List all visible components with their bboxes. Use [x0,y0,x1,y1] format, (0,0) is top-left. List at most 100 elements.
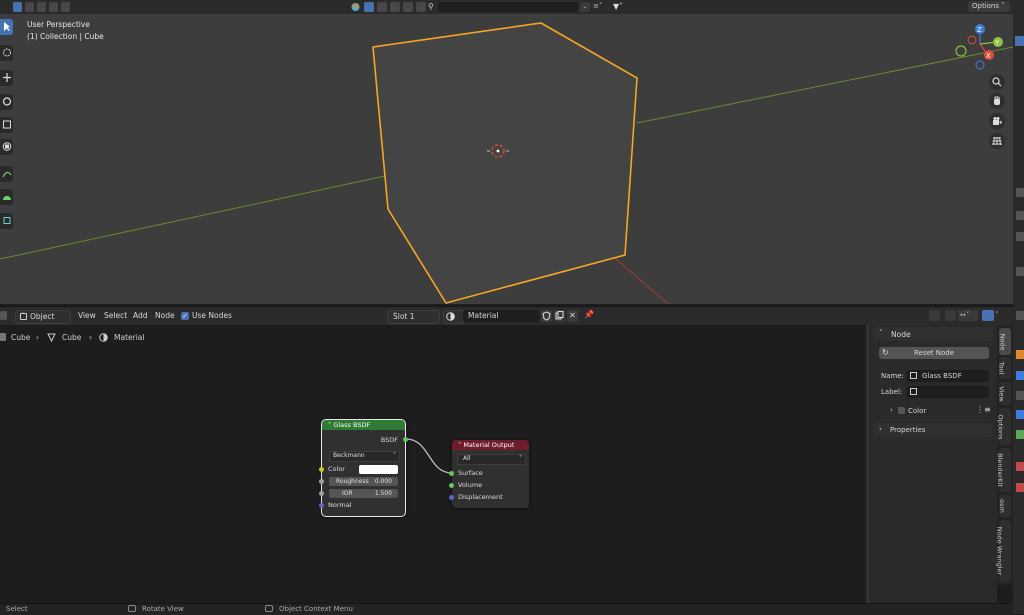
node-panel-header[interactable]: ˅ Node [873,327,993,341]
roughness-field[interactable]: Roughness 0.000 [329,477,398,486]
strip-active-tab[interactable] [1015,36,1024,46]
tab-node-wrangler[interactable]: Node Wrangler [995,520,1011,582]
displacement-input-socket[interactable] [449,495,454,500]
pan-view-button[interactable] [989,93,1005,109]
shader-type-dropdown[interactable]: Object ˅ [15,310,71,324]
pin-icon[interactable]: 📌 [584,310,595,322]
fake-user-button[interactable] [541,310,552,322]
unlink-material-button[interactable]: ✕ [567,310,578,322]
view-menu[interactable]: View [78,311,96,320]
strip-tab[interactable] [1016,188,1024,197]
strip-tab[interactable] [1016,267,1024,276]
list-bullets-icon[interactable]: ⋮≡ [976,405,991,414]
toggle-orthographic-button[interactable] [989,133,1005,149]
surface-input-socket[interactable] [449,471,454,476]
options-dropdown[interactable]: Options ˅ [968,1,1010,12]
wireframe-shading-button[interactable] [390,2,400,12]
tab-tool[interactable]: Tool [997,357,1011,379]
normal-input-socket[interactable] [319,503,324,508]
distribution-dropdown[interactable]: Beckmann ˅ [329,451,400,462]
material-preview-button[interactable] [416,2,426,12]
material-properties-icon[interactable] [1016,483,1024,492]
add-cube-tool[interactable] [0,213,13,229]
object-type-visibility-icon[interactable] [351,2,360,12]
material-name-field[interactable]: Material [463,310,540,322]
properties-panel-header[interactable]: › Properties [873,423,993,437]
material-output-node-header[interactable]: ˅ Material Output [452,440,529,450]
view-layer-properties-icon[interactable] [1016,410,1024,419]
color-swatch[interactable] [359,465,398,474]
rotate-tool[interactable] [0,94,13,110]
snapping-toggle-button[interactable] [945,310,956,321]
bsdf-output-socket[interactable] [403,437,408,442]
volume-input-socket[interactable] [449,483,454,488]
viewport-header: ⚲ ⌄ ≡˅ ▼˅ Options ˅ [0,0,1013,14]
overlays-dropdown[interactable]: ˅ [995,310,1003,321]
node-menu[interactable]: Node [155,311,175,320]
use-nodes-checkbox[interactable]: ✓ [181,312,189,320]
search-input[interactable] [438,2,578,12]
strip-tab[interactable] [1016,232,1024,241]
strip-tab[interactable] [1016,311,1024,320]
color-input-socket[interactable] [319,467,324,472]
reset-node-button[interactable]: ↻ Reset Node [879,347,989,359]
cursor-tool[interactable] [0,45,13,61]
node-editor-canvas[interactable]: Cube › Cube › Material ˅ Glass BSDF BSDF… [0,325,868,603]
show-overlays-button[interactable] [377,2,387,12]
3d-viewport[interactable]: Z Y X ⚲ ⌄ ≡˅ ▼˅ Options ˅ User Perspecti… [0,0,1013,304]
select-menu[interactable]: Select [104,311,127,320]
tab-options[interactable]: Options [996,408,1011,445]
solid-shading-button[interactable] [403,2,413,12]
transform-tool[interactable] [0,139,13,155]
scene-properties-icon[interactable] [1016,430,1024,439]
world-properties-icon[interactable] [1016,462,1024,471]
select-box-tool[interactable] [0,19,13,35]
add-menu[interactable]: Add [133,311,148,320]
filter-funnel-icon[interactable]: ▼˅ [613,2,633,12]
filter-dropdown-icon[interactable]: ⌄ [580,2,590,12]
node-name-field[interactable]: Glass BSDF [906,370,989,382]
select-box-mode-button[interactable] [13,2,22,12]
tab-osm[interactable]: osm [998,495,1011,517]
move-arrows-icon [2,73,11,82]
normal-label: Normal [328,501,352,509]
camera-view-button[interactable] [989,113,1005,129]
select-intersect-mode-button[interactable] [61,2,70,12]
tab-options-label: Options [996,413,1005,440]
select-difference-mode-button[interactable] [49,2,58,12]
ior-input-socket[interactable] [319,491,324,496]
sort-list-icon[interactable]: ≡˅ [593,2,607,12]
select-subtract-mode-button[interactable] [37,2,46,12]
node-label-field[interactable] [906,386,989,398]
roughness-input-socket[interactable] [319,479,324,484]
color-checkbox[interactable] [898,407,905,414]
tab-blenderkit[interactable]: BlenderKit [996,448,1011,492]
duplicate-material-button[interactable] [554,310,565,322]
show-gizmo-button[interactable] [364,2,374,12]
render-properties-icon[interactable] [1016,371,1024,380]
tool-properties-icon[interactable] [1016,350,1024,359]
tab-node[interactable]: Node [998,328,1011,355]
parent-node-tree-button[interactable] [929,310,940,321]
overlays-toggle-button[interactable] [982,310,994,321]
output-properties-icon[interactable] [1016,391,1024,400]
measure-tool[interactable] [0,189,13,205]
glass-bsdf-node-header[interactable]: ˅ Glass BSDF [322,420,405,430]
glass-bsdf-node[interactable]: ˅ Glass BSDF BSDF Beckmann ˅ Color Rough… [319,419,408,517]
annotate-tool[interactable] [0,166,13,182]
tab-view[interactable]: View [998,382,1011,405]
render-target-dropdown[interactable]: All ˅ [457,454,526,465]
strip-tab[interactable] [1016,211,1024,220]
measure-icon [2,196,11,200]
scale-tool[interactable] [0,117,13,133]
zoom-view-button[interactable] [989,74,1005,90]
slot-dropdown[interactable]: Slot 1 ˅ [387,310,440,324]
editor-type-icon[interactable] [0,311,7,320]
snap-target-dropdown[interactable]: ↔˅ [958,310,978,321]
color-subpanel-header[interactable]: › Color ⋮≡ [881,405,991,417]
material-output-node[interactable]: ˅ Material Output All ˅ Surface Volume D… [449,440,529,508]
browse-material-button[interactable]: ˅ [443,310,464,324]
select-extend-mode-button[interactable] [25,2,34,12]
ior-field[interactable]: IOR 1.500 [329,489,398,498]
move-tool[interactable] [0,70,13,86]
